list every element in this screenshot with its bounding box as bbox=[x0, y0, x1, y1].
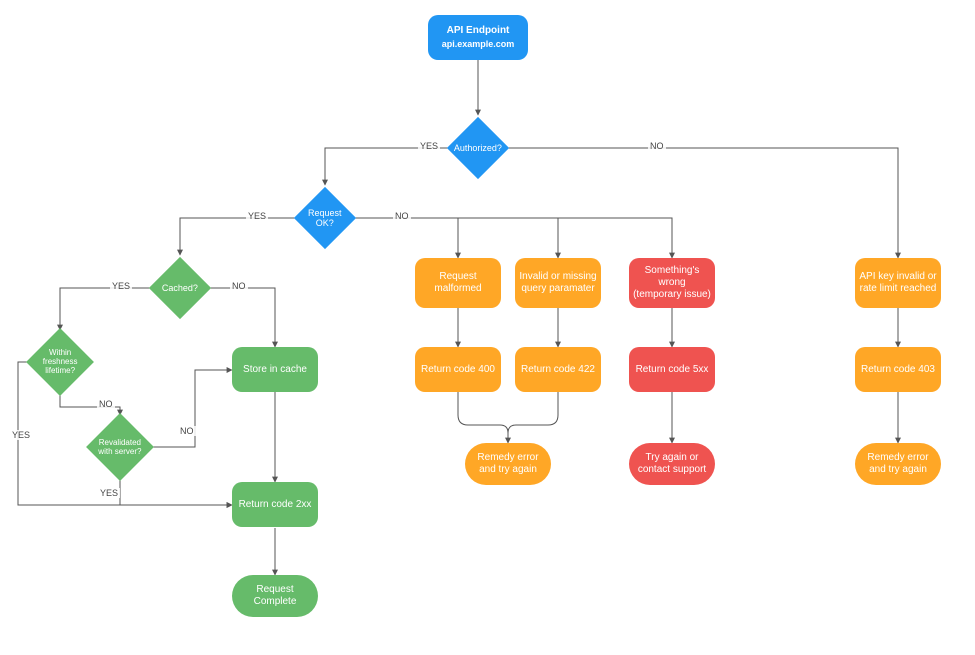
box-return-422-label: Return code 422 bbox=[521, 364, 595, 376]
decision-freshness: Within freshness lifetime? bbox=[26, 328, 94, 396]
decision-cached: Cached? bbox=[149, 257, 211, 319]
edge-label-cached-yes: YES bbox=[110, 281, 132, 291]
decision-revalidated: Revalidated with server? bbox=[86, 413, 154, 481]
box-try-again-support-label: Try again or contact support bbox=[633, 452, 711, 476]
box-return-400-label: Return code 400 bbox=[421, 364, 495, 376]
decision-request-ok: Request OK? bbox=[294, 187, 356, 249]
box-invalid-query: Invalid or missing query paramater bbox=[515, 258, 601, 308]
box-remedy-error-2: Remedy error and try again bbox=[855, 443, 941, 485]
decision-cached-label: Cached? bbox=[162, 283, 198, 293]
box-something-wrong-label: Something's wrong (temporary issue) bbox=[633, 265, 711, 301]
box-store-cache-label: Store in cache bbox=[243, 364, 307, 376]
box-api-key-invalid: API key invalid or rate limit reached bbox=[855, 258, 941, 308]
box-return-400: Return code 400 bbox=[415, 347, 501, 392]
edge-label-authorized-yes: YES bbox=[418, 141, 440, 151]
edge-label-freshness-no: NO bbox=[97, 399, 115, 409]
edge-label-requestok-no: NO bbox=[393, 211, 411, 221]
decision-authorized: Authorized? bbox=[447, 117, 509, 179]
box-invalid-query-label: Invalid or missing query paramater bbox=[519, 271, 597, 295]
box-return-422: Return code 422 bbox=[515, 347, 601, 392]
box-return-5xx: Return code 5xx bbox=[629, 347, 715, 392]
box-request-complete: Request Complete bbox=[232, 575, 318, 617]
box-request-complete-label: Request Complete bbox=[236, 584, 314, 608]
box-return-403-label: Return code 403 bbox=[861, 364, 935, 376]
box-store-cache: Store in cache bbox=[232, 347, 318, 392]
start-title: API Endpoint bbox=[447, 25, 510, 37]
box-return-2xx: Return code 2xx bbox=[232, 482, 318, 527]
decision-request-ok-label: Request OK? bbox=[303, 208, 347, 229]
edge-label-authorized-no: NO bbox=[648, 141, 666, 151]
decision-authorized-label: Authorized? bbox=[454, 143, 502, 153]
box-remedy-error-label: Remedy error and try again bbox=[469, 452, 547, 476]
box-request-malformed-label: Request malformed bbox=[419, 271, 497, 295]
edge-label-cached-no: NO bbox=[230, 281, 248, 291]
box-api-key-invalid-label: API key invalid or rate limit reached bbox=[859, 271, 937, 295]
edge-label-requestok-yes: YES bbox=[246, 211, 268, 221]
decision-freshness-label: Within freshness lifetime? bbox=[36, 348, 84, 376]
box-remedy-error: Remedy error and try again bbox=[465, 443, 551, 485]
box-request-malformed: Request malformed bbox=[415, 258, 501, 308]
box-return-403: Return code 403 bbox=[855, 347, 941, 392]
start-subtitle: api.example.com bbox=[442, 39, 515, 50]
box-return-5xx-label: Return code 5xx bbox=[636, 364, 709, 376]
box-try-again-support: Try again or contact support bbox=[629, 443, 715, 485]
start-node: API Endpoint api.example.com bbox=[428, 15, 528, 60]
decision-revalidated-label: Revalidated with server? bbox=[96, 438, 144, 456]
box-remedy-error-2-label: Remedy error and try again bbox=[859, 452, 937, 476]
box-return-2xx-label: Return code 2xx bbox=[239, 499, 312, 511]
box-something-wrong: Something's wrong (temporary issue) bbox=[629, 258, 715, 308]
edge-label-revalidated-no: NO bbox=[178, 426, 196, 436]
edge-label-freshness-yes: YES bbox=[10, 430, 32, 440]
edge-label-revalidated-yes: YES bbox=[98, 488, 120, 498]
